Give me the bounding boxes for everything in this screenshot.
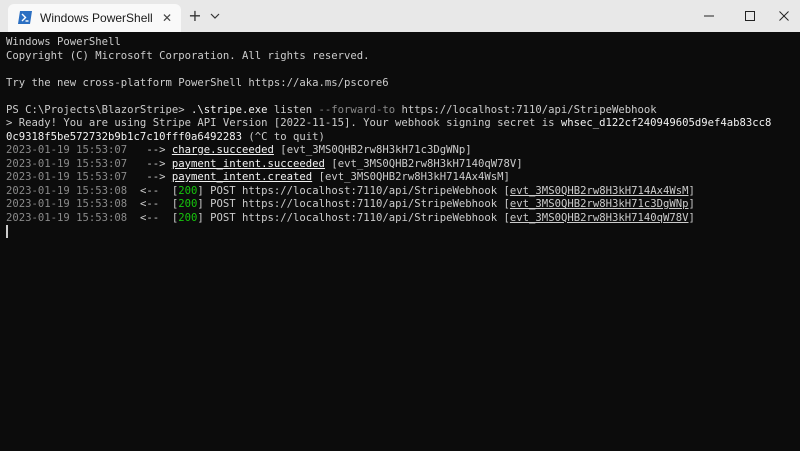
event-id: evt_3MS0QHB2rw8H3kH714Ax4WsM xyxy=(509,184,689,197)
event-line: 2023-01-19 15:53:07 --> payment_intent.s… xyxy=(6,157,523,170)
ready-text: > Ready! You are using Stripe API Versio… xyxy=(6,117,561,129)
event-arrow: --> xyxy=(127,157,166,170)
event-name: charge.succeeded xyxy=(171,144,274,156)
response-arrow: <-- xyxy=(127,184,160,197)
minimize-icon xyxy=(704,15,714,17)
command-exe: .\stripe.exe xyxy=(190,103,268,116)
command-url: https://localhost:7110/api/StripeWebhook xyxy=(395,103,657,116)
tab-powershell[interactable]: Windows PowerShell ✕ xyxy=(8,4,181,32)
status-code: 200 xyxy=(178,184,198,197)
copyright-line: Copyright (C) Microsoft Corporation. All… xyxy=(6,49,370,62)
event-name: payment_intent.created xyxy=(171,171,313,183)
command-flag: --forward-to xyxy=(318,103,396,116)
maximize-icon xyxy=(745,11,755,21)
ready-line-cont: 0c9318f5be572732b9b1c7c10fff0a6492283 (^… xyxy=(6,131,800,145)
event-id: evt_3MS0QHB2rw8H3kH71c3DgWNp xyxy=(509,198,689,210)
powershell-icon xyxy=(18,11,32,24)
response-timestamp: 2023-01-19 15:53:08 xyxy=(6,184,128,197)
event-arrow: --> xyxy=(127,144,166,156)
event-line: 2023-01-19 15:53:07 --> payment_intent.c… xyxy=(6,171,510,183)
close-icon xyxy=(779,11,789,21)
http-method: POST xyxy=(210,184,236,197)
signing-secret-cont: 0c9318f5be572732b9b1c7c10fff0a6492283 xyxy=(6,130,242,143)
response-url: https://localhost:7110/api/StripeWebhook xyxy=(242,211,498,224)
text-cursor xyxy=(6,225,8,238)
close-window-button[interactable] xyxy=(768,0,800,32)
tab-title: Windows PowerShell xyxy=(40,11,153,25)
response-timestamp: 2023-01-19 15:53:08 xyxy=(6,198,128,210)
http-method: POST xyxy=(210,198,236,210)
event-id: evt_3MS0QHB2rw8H3kH714Ax4WsM xyxy=(324,171,504,183)
response-line: 2023-01-19 15:53:08 <-- [200] POST https… xyxy=(6,211,695,224)
http-method: POST xyxy=(210,211,236,224)
event-id: evt_3MS0QHB2rw8H3kH71c3DgWNp xyxy=(286,144,466,156)
event-arrow: --> xyxy=(127,171,166,183)
status-code: 200 xyxy=(178,198,198,210)
minimize-button[interactable] xyxy=(686,0,732,32)
event-id: evt_3MS0QHB2rw8H3kH7140qW78V xyxy=(337,157,517,170)
event-timestamp: 2023-01-19 15:53:07 xyxy=(6,144,128,156)
title-bar[interactable]: Windows PowerShell ✕ + xyxy=(0,0,800,32)
response-url: https://localhost:7110/api/StripeWebhook xyxy=(242,184,498,197)
new-tab-button[interactable]: + xyxy=(187,8,203,24)
terminal-output[interactable]: Windows PowerShell Copyright (C) Microso… xyxy=(0,32,800,451)
close-tab-icon[interactable]: ✕ xyxy=(160,11,174,25)
command-subcommand: listen xyxy=(267,103,319,116)
status-code: 200 xyxy=(178,211,198,224)
event-timestamp: 2023-01-19 15:53:07 xyxy=(6,157,128,170)
signing-secret: whsec_d122cf240949605d9ef4ab83cc8 xyxy=(560,117,772,129)
terminal-window: Windows PowerShell ✕ + Windows PowerShel… xyxy=(0,0,800,451)
response-arrow: <-- xyxy=(127,198,160,210)
event-line: 2023-01-19 15:53:07 --> charge.succeeded… xyxy=(6,144,472,156)
response-line: 2023-01-19 15:53:08 <-- [200] POST https… xyxy=(6,198,695,210)
event-name: payment_intent.succeeded xyxy=(171,157,325,170)
response-line: 2023-01-19 15:53:08 <-- [200] POST https… xyxy=(6,184,695,197)
response-arrow: <-- xyxy=(127,211,160,224)
ready-line: > Ready! You are using Stripe API Versio… xyxy=(6,117,800,131)
event-id: evt_3MS0QHB2rw8H3kH7140qW78V xyxy=(509,211,689,224)
cursor-line xyxy=(6,225,800,239)
banner-line: Windows PowerShell xyxy=(6,36,121,48)
event-timestamp: 2023-01-19 15:53:07 xyxy=(6,171,128,183)
response-timestamp: 2023-01-19 15:53:08 xyxy=(6,211,128,224)
pscore-hint-line: Try the new cross-platform PowerShell ht… xyxy=(6,76,389,89)
prompt: PS C:\Projects\BlazorStripe> xyxy=(6,103,191,116)
maximize-button[interactable] xyxy=(727,0,773,32)
command-line: PS C:\Projects\BlazorStripe> .\stripe.ex… xyxy=(6,104,800,118)
quit-hint: (^C to quit) xyxy=(242,130,325,143)
response-url: https://localhost:7110/api/StripeWebhook xyxy=(242,198,498,210)
chevron-down-icon[interactable] xyxy=(209,9,221,23)
